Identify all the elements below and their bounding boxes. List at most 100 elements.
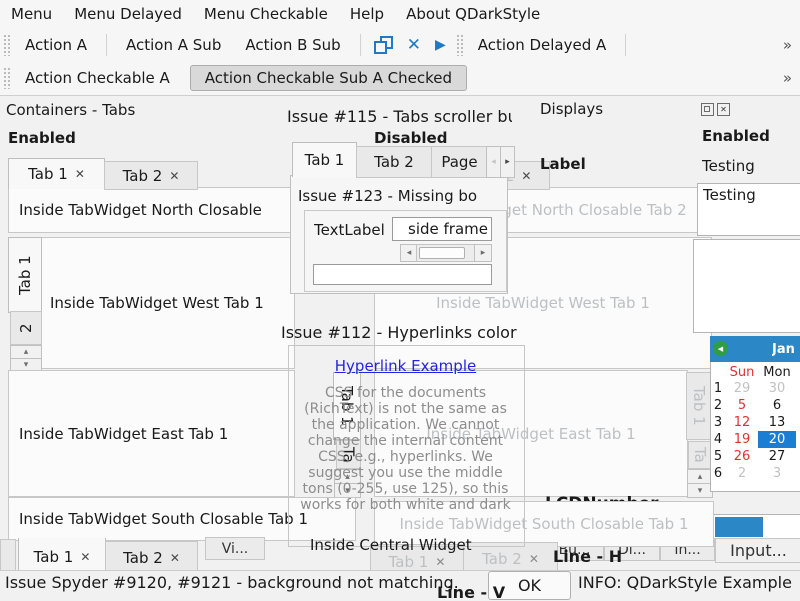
- calendar-week-number: 3: [710, 414, 726, 431]
- calendar-date[interactable]: 26: [726, 448, 758, 465]
- calendar-date[interactable]: 13: [758, 414, 796, 431]
- dock-float-icon[interactable]: [701, 103, 714, 116]
- tab-north-1[interactable]: Tab 1 ✕: [8, 158, 105, 189]
- action-checkable-sub-checked-button[interactable]: Action Checkable Sub A Checked: [190, 65, 467, 91]
- toolbar-drag-handle[interactable]: [3, 67, 10, 89]
- tab-west-2[interactable]: 2: [10, 311, 42, 345]
- tab-close-icon[interactable]: ✕: [80, 550, 90, 564]
- tab-label: Tab 1: [305, 151, 345, 169]
- calendar-month-label[interactable]: Jan: [772, 342, 800, 358]
- menu-bar: Menu Menu Delayed Menu Checkable Help Ab…: [0, 0, 800, 29]
- play-action-icon[interactable]: ▶: [435, 37, 446, 53]
- calendar-date[interactable]: 29: [726, 380, 758, 397]
- hyperlink-example-link[interactable]: Hyperlink Example: [288, 357, 523, 375]
- calendar-date[interactable]: 27: [758, 448, 796, 465]
- tabwidget-east-content: Inside TabWidget East Tab 1: [8, 370, 295, 497]
- dock-tab-input[interactable]: Input...: [715, 538, 800, 563]
- calendar-date[interactable]: 19: [726, 431, 758, 448]
- restore-window-icon[interactable]: [374, 36, 394, 54]
- issue112-text-line: tons (0-255, use 125), so this: [290, 481, 521, 497]
- issue115-window-title: Issue #115 - Tabs scroller but: [287, 107, 512, 127]
- line-edit[interactable]: side frame: [392, 217, 492, 241]
- tab-east-2-disabled: Ta: [688, 441, 712, 469]
- displays-textedit[interactable]: Testing: [697, 183, 800, 236]
- issue112-text-line: the application. We cannot: [290, 417, 521, 433]
- displays-enabled-header: Enabled: [702, 127, 797, 146]
- tab-label: Tab 1: [28, 165, 68, 183]
- tab-label: Page: [441, 153, 477, 171]
- issue112-text-line: works for both white and dark: [290, 497, 521, 513]
- calendar-date-selected[interactable]: 20: [758, 431, 796, 448]
- issue112-text-line: CSS for the documents: [290, 385, 521, 401]
- toolbar-overflow-chevron[interactable]: »: [783, 36, 792, 54]
- tab-label: Tab 1: [389, 553, 429, 571]
- tabwidget-west-content-disabled-label: Inside TabWidget West Tab 1: [436, 294, 650, 312]
- calendar-date[interactable]: 2: [726, 465, 758, 482]
- toolbar-overflow-chevron[interactable]: »: [783, 69, 792, 87]
- tab-close-icon[interactable]: ✕: [75, 167, 85, 181]
- tab-label: 2: [17, 323, 35, 333]
- menu-item-about[interactable]: About QDarkStyle: [395, 5, 551, 23]
- action-a-button[interactable]: Action A: [13, 36, 99, 54]
- tab-scroll-up-button[interactable]: ▴: [10, 345, 42, 359]
- tab-close-icon[interactable]: ✕: [169, 169, 179, 183]
- tabwidget-west-content-label: Inside TabWidget West Tab 1: [50, 294, 264, 312]
- displays-line-h-header: Line - H: [553, 547, 643, 567]
- action-delayed-a-button[interactable]: Action Delayed A: [466, 36, 619, 54]
- line-edit-empty[interactable]: [313, 264, 492, 285]
- tab-label: Tab 1: [16, 255, 34, 295]
- issue115-tab-page[interactable]: Page: [431, 146, 488, 178]
- toolbar-drag-handle[interactable]: [3, 34, 10, 56]
- scrollbar-right-button[interactable]: ▸: [474, 244, 492, 262]
- messagebox-text: Issue Spyder #9120, #9121 - background n…: [5, 573, 483, 593]
- tabwidget-north-content-label: Inside TabWidget North Closable: [19, 201, 262, 219]
- tabbar-scroll-right-button[interactable]: ▸: [500, 146, 515, 178]
- central-widget-label: Inside Central Widget: [310, 536, 500, 555]
- tab-label: Tab 1: [690, 386, 708, 426]
- tab-west-1[interactable]: Tab 1: [8, 237, 42, 313]
- calendar-prev-month-button[interactable]: ◀: [713, 341, 728, 356]
- calendar-date[interactable]: 30: [758, 380, 796, 397]
- tab-close-icon: ✕: [529, 552, 539, 566]
- calendar-date[interactable]: 12: [726, 414, 758, 431]
- dock-close-icon[interactable]: ✕: [717, 103, 730, 116]
- menu-item-menu-checkable[interactable]: Menu Checkable: [193, 5, 339, 23]
- tab-close-icon[interactable]: ✕: [521, 169, 531, 183]
- issue115-tab-1[interactable]: Tab 1: [292, 142, 357, 177]
- action-checkable-a-button[interactable]: Action Checkable A: [13, 69, 182, 87]
- issue112-text-line: suggest you use the middle: [290, 465, 521, 481]
- calendar-week-number: 4: [710, 431, 726, 448]
- menu-item-menu-delayed[interactable]: Menu Delayed: [63, 5, 193, 23]
- toolbar-drag-handle[interactable]: [456, 34, 463, 56]
- menu-item-menu[interactable]: Menu: [0, 5, 63, 23]
- scrollbar-thumb[interactable]: [419, 247, 465, 259]
- calendar-date[interactable]: 6: [758, 397, 796, 414]
- displays-label-value: Testing: [702, 157, 797, 176]
- tab-close-icon[interactable]: ✕: [170, 551, 180, 565]
- action-b-sub-button[interactable]: Action B Sub: [233, 36, 352, 54]
- dock-tab-views[interactable]: Vi...: [205, 537, 265, 560]
- action-a-sub-button[interactable]: Action A Sub: [114, 36, 233, 54]
- calendar-day-header-sun: Sun: [726, 364, 758, 380]
- tab-label: Tab 2: [374, 153, 414, 171]
- tabbar-scroll-left-button[interactable]: ◂: [486, 146, 501, 178]
- issue115-tab-content: Issue #123 - Missing bo TextLabel side f…: [290, 175, 508, 294]
- tabwidget-east-content-label: Inside TabWidget East Tab 1: [19, 425, 228, 443]
- issue112-text-line: (RichText) is not the same as: [290, 401, 521, 417]
- calendar-date[interactable]: 5: [726, 397, 758, 414]
- tab-label: Ta: [691, 447, 709, 463]
- scrollbar-track[interactable]: [416, 244, 476, 262]
- toolbar-checkable: Action Checkable A Action Checkable Sub …: [0, 61, 800, 96]
- calendar-date[interactable]: 3: [758, 465, 796, 482]
- tab-label: Tab 2: [123, 167, 163, 185]
- issue115-tab-2[interactable]: Tab 2: [356, 146, 432, 178]
- textedit-value: Testing: [703, 186, 756, 204]
- calendar-week-number: 2: [710, 397, 726, 414]
- displays-textedit-2[interactable]: [693, 239, 800, 333]
- calendar-day-header-mon: Mon: [758, 364, 796, 380]
- menu-item-help[interactable]: Help: [339, 5, 395, 23]
- tab-north-2[interactable]: Tab 2 ✕: [104, 161, 198, 190]
- displays-label-header: Label: [540, 155, 610, 174]
- tabwidget-west-content: Inside TabWidget West Tab 1: [39, 237, 295, 369]
- close-action-icon[interactable]: ✕: [407, 35, 421, 55]
